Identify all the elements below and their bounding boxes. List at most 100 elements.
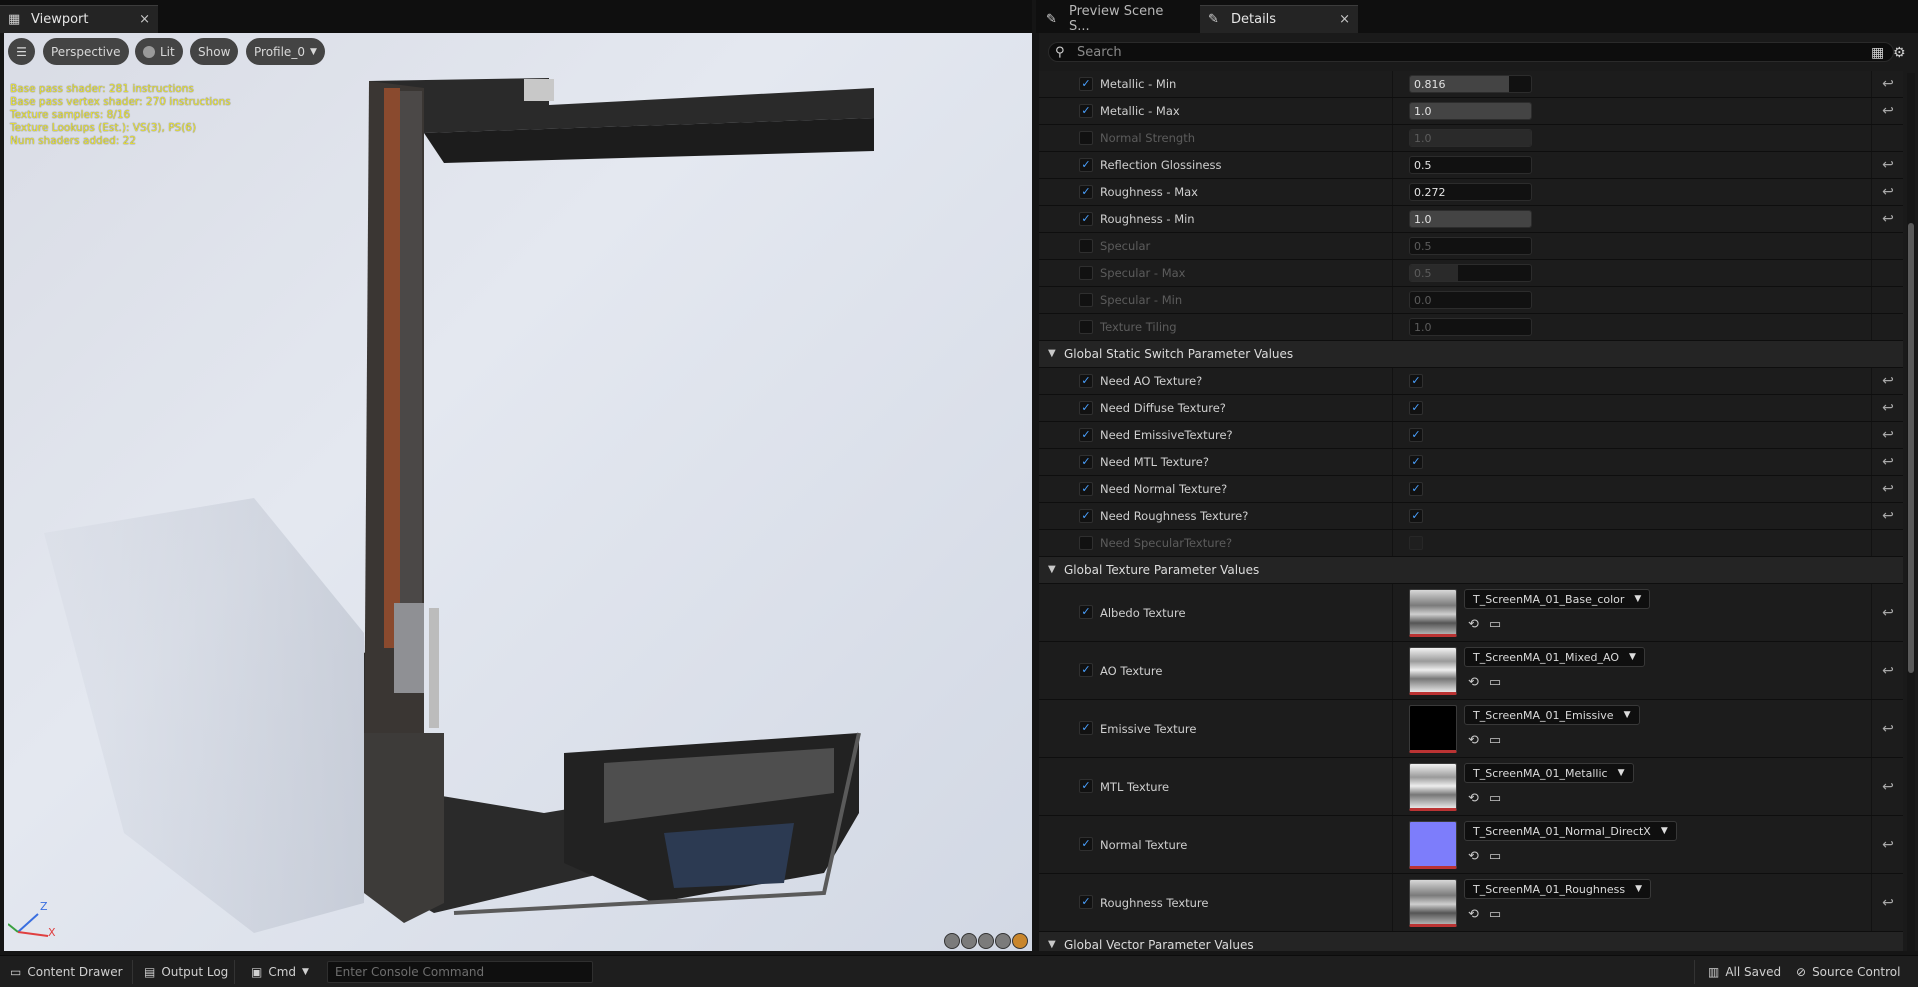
close-icon[interactable]: × <box>139 12 150 27</box>
override-checkbox[interactable] <box>1079 663 1093 677</box>
table-view-icon[interactable]: ▦ <box>1871 45 1884 61</box>
switch-value-checkbox[interactable] <box>1409 428 1423 442</box>
use-selected-icon[interactable]: ⟲ <box>1468 907 1479 922</box>
texture-thumbnail[interactable] <box>1409 821 1457 869</box>
asset-picker-dropdown[interactable]: T_ScreenMA_01_Metallic ▼ <box>1464 763 1634 783</box>
numeric-value[interactable]: 1.0 <box>1414 321 1432 334</box>
override-checkbox[interactable] <box>1079 455 1093 469</box>
reset-to-default-icon[interactable]: ↩ <box>1873 368 1903 394</box>
console-input[interactable] <box>335 965 585 979</box>
use-selected-icon[interactable]: ⟲ <box>1468 617 1479 632</box>
cmd-dropdown[interactable]: ▣ Cmd ▼ <box>251 965 309 979</box>
reset-to-default-icon[interactable]: ↩ <box>1873 874 1903 931</box>
numeric-slider[interactable]: 1.0 <box>1409 318 1532 336</box>
switch-value-checkbox[interactable] <box>1409 536 1423 550</box>
reset-to-default-icon[interactable]: ↩ <box>1873 395 1903 421</box>
numeric-slider[interactable]: 1.0 <box>1409 210 1532 228</box>
profile-dropdown[interactable]: Profile_0 ▼ <box>246 38 325 65</box>
texture-thumbnail[interactable] <box>1409 705 1457 753</box>
override-checkbox[interactable] <box>1079 374 1093 388</box>
section-header-static-switch[interactable]: ▼ Global Static Switch Parameter Values <box>1039 341 1903 368</box>
close-icon[interactable]: × <box>1339 12 1350 27</box>
console-command-box[interactable] <box>327 961 593 983</box>
lit-button[interactable]: Lit <box>135 38 183 65</box>
reset-to-default-icon[interactable]: ↩ <box>1873 206 1903 232</box>
source-control-button[interactable]: ⊘ Source Control <box>1796 965 1900 979</box>
tab-viewport[interactable]: ▦ Viewport × <box>0 5 158 33</box>
browse-folder-icon[interactable]: ▭ <box>1489 907 1501 922</box>
numeric-slider[interactable]: 0.5 <box>1409 237 1532 255</box>
details-scrollbar[interactable] <box>1907 73 1915 951</box>
switch-value-checkbox[interactable] <box>1409 482 1423 496</box>
collapse-arrow-icon[interactable]: ▼ <box>1048 939 1056 950</box>
browse-folder-icon[interactable]: ▭ <box>1489 617 1501 632</box>
reset-to-default-icon[interactable]: ↩ <box>1873 700 1903 757</box>
sphere-icon[interactable] <box>961 933 977 949</box>
reset-to-default-icon[interactable]: ↩ <box>1873 816 1903 873</box>
camera-icon[interactable] <box>995 933 1011 949</box>
numeric-value[interactable]: 0.5 <box>1414 159 1432 172</box>
override-checkbox[interactable] <box>1079 293 1093 307</box>
numeric-slider[interactable]: 0.5 <box>1409 156 1532 174</box>
perspective-button[interactable]: Perspective <box>43 38 129 65</box>
override-checkbox[interactable] <box>1079 837 1093 851</box>
output-log-button[interactable]: ▤ Output Log <box>144 965 228 979</box>
use-selected-icon[interactable]: ⟲ <box>1468 791 1479 806</box>
override-checkbox[interactable] <box>1079 779 1093 793</box>
override-checkbox[interactable] <box>1079 131 1093 145</box>
reset-to-default-icon[interactable]: ↩ <box>1873 98 1903 124</box>
browse-folder-icon[interactable]: ▭ <box>1489 849 1501 864</box>
texture-thumbnail[interactable] <box>1409 763 1457 811</box>
show-button[interactable]: Show <box>190 38 239 65</box>
asset-picker-dropdown[interactable]: T_ScreenMA_01_Roughness ▼ <box>1464 879 1651 899</box>
override-checkbox[interactable] <box>1079 721 1093 735</box>
override-checkbox[interactable] <box>1079 320 1093 334</box>
texture-thumbnail[interactable] <box>1409 647 1457 695</box>
numeric-value[interactable]: 1.0 <box>1414 132 1432 145</box>
numeric-slider[interactable]: 0.5 <box>1409 264 1532 282</box>
grid-icon[interactable] <box>978 933 994 949</box>
browse-folder-icon[interactable]: ▭ <box>1489 733 1501 748</box>
override-checkbox[interactable] <box>1079 185 1093 199</box>
override-checkbox[interactable] <box>1079 104 1093 118</box>
numeric-value[interactable]: 1.0 <box>1414 213 1432 226</box>
reset-to-default-icon[interactable]: ↩ <box>1873 476 1903 502</box>
numeric-slider[interactable]: 0.272 <box>1409 183 1532 201</box>
reset-to-default-icon[interactable]: ↩ <box>1873 71 1903 97</box>
tab-preview-scene[interactable]: ✎ Preview Scene S... <box>1038 4 1196 34</box>
reset-to-default-icon[interactable]: ↩ <box>1873 152 1903 178</box>
numeric-value[interactable]: 0.5 <box>1414 240 1432 253</box>
override-checkbox[interactable] <box>1079 428 1093 442</box>
asset-picker-dropdown[interactable]: T_ScreenMA_01_Normal_DirectX ▼ <box>1464 821 1677 841</box>
numeric-value[interactable]: 0.0 <box>1414 294 1432 307</box>
override-checkbox[interactable] <box>1079 895 1093 909</box>
numeric-value[interactable]: 0.5 <box>1414 267 1432 280</box>
collapse-arrow-icon[interactable]: ▼ <box>1048 348 1056 359</box>
tab-details[interactable]: ✎ Details × <box>1200 5 1358 33</box>
browse-folder-icon[interactable]: ▭ <box>1489 791 1501 806</box>
numeric-slider[interactable]: 1.0 <box>1409 102 1532 120</box>
section-header-vector[interactable]: ▼ Global Vector Parameter Values <box>1039 932 1903 951</box>
texture-thumbnail[interactable] <box>1409 879 1457 927</box>
override-checkbox[interactable] <box>1079 266 1093 280</box>
override-checkbox[interactable] <box>1079 482 1093 496</box>
asset-picker-dropdown[interactable]: T_ScreenMA_01_Base_color ▼ <box>1464 589 1651 609</box>
gear-icon[interactable]: ⚙ <box>1893 45 1906 61</box>
override-checkbox[interactable] <box>1079 605 1093 619</box>
reset-to-default-icon[interactable]: ↩ <box>1873 503 1903 529</box>
reset-to-default-icon[interactable]: ↩ <box>1873 642 1903 699</box>
switch-value-checkbox[interactable] <box>1409 374 1423 388</box>
switch-value-checkbox[interactable] <box>1409 509 1423 523</box>
texture-thumbnail[interactable] <box>1409 589 1457 637</box>
numeric-value[interactable]: 0.816 <box>1414 78 1446 91</box>
override-checkbox[interactable] <box>1079 212 1093 226</box>
viewport[interactable]: ☰ Perspective Lit Show Profile_0 ▼ Base … <box>4 33 1032 951</box>
reset-to-default-icon[interactable]: ↩ <box>1873 179 1903 205</box>
all-saved-button[interactable]: ▥ All Saved <box>1708 965 1781 979</box>
content-drawer-button[interactable]: ▭ Content Drawer <box>10 965 123 979</box>
numeric-slider[interactable]: 0.0 <box>1409 291 1532 309</box>
settings-icon[interactable] <box>1012 933 1028 949</box>
numeric-value[interactable]: 0.272 <box>1414 186 1446 199</box>
reset-to-default-icon[interactable]: ↩ <box>1873 422 1903 448</box>
browse-folder-icon[interactable]: ▭ <box>1489 675 1501 690</box>
